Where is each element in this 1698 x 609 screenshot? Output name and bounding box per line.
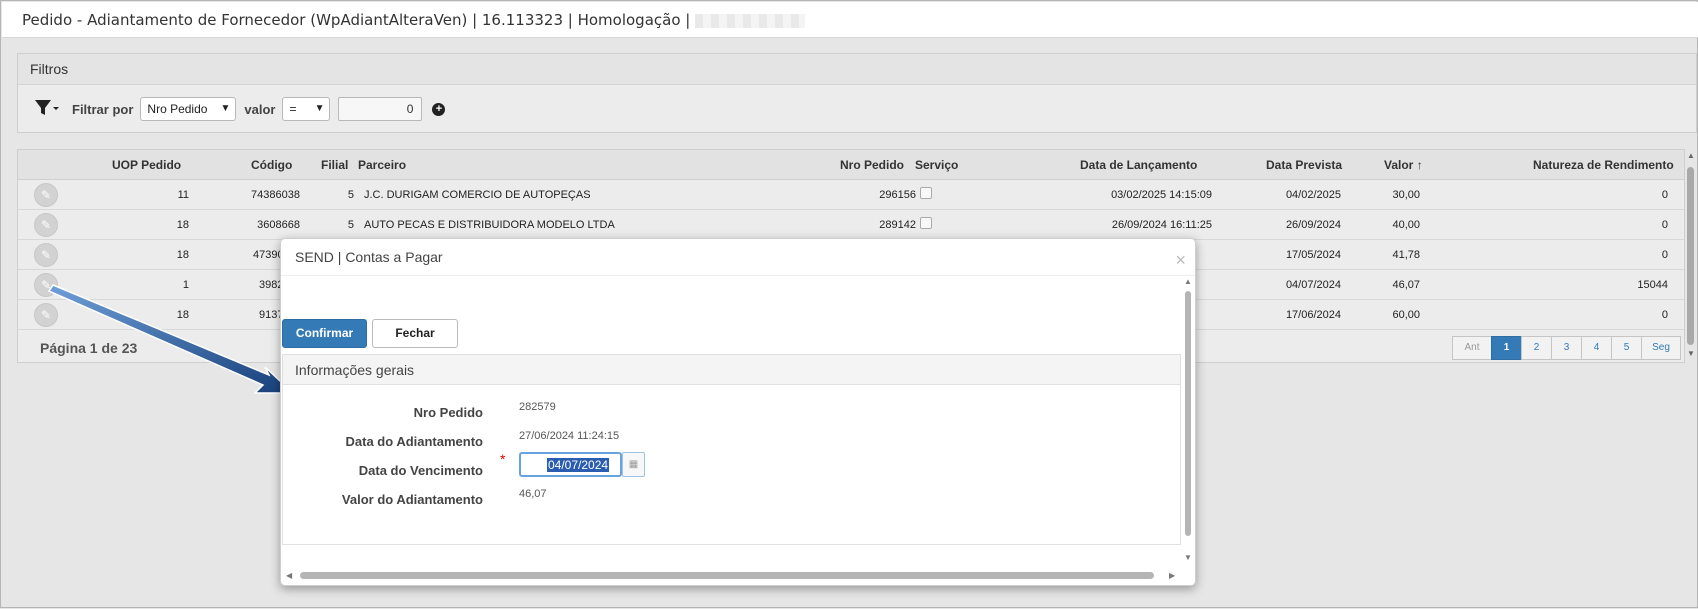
scroll-thumb[interactable] [300, 572, 1154, 579]
modal-vertical-scrollbar[interactable]: ▲ ▼ [1183, 277, 1193, 565]
data-adiantamento-label: Data do Adiantamento [345, 434, 483, 449]
scroll-left-arrow-icon[interactable]: ◀ [286, 571, 292, 580]
data-vencimento-label: Data do Vencimento [358, 463, 483, 478]
app-frame: Pedido - Adiantamento de Fornecedor (WpA… [0, 0, 1698, 608]
scroll-thumb[interactable] [1185, 291, 1191, 536]
modal-title: SEND | Contas a Pagar [295, 249, 443, 265]
scroll-right-arrow-icon[interactable]: ▶ [1169, 571, 1175, 580]
data-vencimento-value: 04/07/2024 [547, 458, 610, 472]
nro-pedido-value: 282579 [519, 401, 556, 413]
calendar-icon[interactable]: ▦ [622, 452, 645, 477]
close-button[interactable]: Fechar [372, 319, 458, 348]
data-vencimento-input[interactable]: 04/07/2024 [519, 452, 622, 477]
scroll-down-arrow-icon[interactable]: ▼ [1184, 553, 1192, 562]
valor-adiantamento-value: 46,07 [519, 488, 547, 500]
required-asterisk: * [500, 451, 506, 467]
confirm-button[interactable]: Confirmar [282, 319, 367, 348]
panel-title: Informações gerais [283, 355, 1180, 385]
scroll-up-arrow-icon[interactable]: ▲ [1184, 277, 1192, 286]
general-info-panel: Informações gerais Nro Pedido 282579 Dat… [282, 354, 1181, 545]
data-adiantamento-value: 27/06/2024 11:24:15 [519, 430, 620, 442]
close-icon[interactable]: × [1175, 250, 1186, 271]
modal-horizontal-scrollbar[interactable]: ◀ ▶ [284, 569, 1184, 581]
modal-header-divider [281, 275, 1195, 276]
contas-a-pagar-modal: SEND | Contas a Pagar × Confirmar Fechar… [280, 238, 1196, 586]
nro-pedido-label: Nro Pedido [413, 405, 483, 420]
valor-adiantamento-label: Valor do Adiantamento [341, 492, 483, 507]
